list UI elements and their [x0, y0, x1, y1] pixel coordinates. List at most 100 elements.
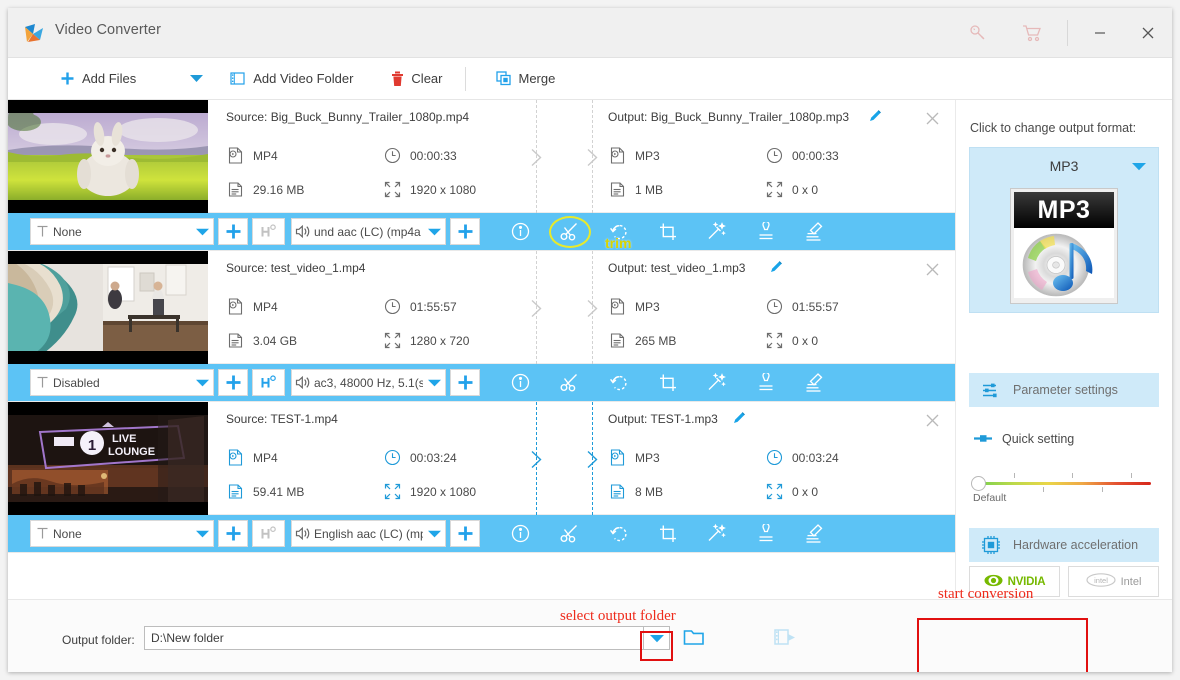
chevron-down-icon[interactable] [191, 379, 213, 387]
merge-icon [495, 71, 512, 86]
add-subtitle-button[interactable] [218, 369, 248, 396]
subtitle-edit-icon[interactable] [790, 515, 839, 553]
watermark-stamp-icon[interactable] [741, 515, 790, 553]
content-area: Source: Big_Buck_Bunny_Trailer_1080p.mp4… [8, 100, 1172, 599]
rename-output-pencil-icon[interactable] [732, 410, 747, 428]
audio-track-selector[interactable]: English aac (LC) (mp [291, 520, 446, 547]
add-audio-track-button[interactable] [450, 369, 480, 396]
quality-slider-knob[interactable] [971, 476, 986, 491]
chevron-down-icon[interactable] [423, 530, 445, 538]
open-media-icon[interactable] [774, 628, 796, 650]
clock-icon [384, 449, 401, 466]
watermark-stamp-icon[interactable] [741, 213, 790, 251]
intel-logo-icon: intel [1085, 573, 1116, 590]
trim-scissors-icon[interactable] [545, 213, 594, 251]
hardcode-subtitle-button[interactable] [252, 369, 285, 396]
subtitle-icon [31, 225, 53, 238]
audio-track-selector[interactable]: ac3, 48000 Hz, 5.1(s [291, 369, 446, 396]
slider-tick [1072, 473, 1073, 478]
subtitle-edit-icon[interactable] [790, 364, 839, 402]
info-icon[interactable] [496, 515, 545, 553]
source-resolution: 1280 x 720 [384, 332, 469, 349]
chevron-down-icon[interactable] [191, 530, 213, 538]
output-folder-input[interactable]: D:\New folder [144, 626, 644, 650]
add-audio-track-button[interactable] [450, 520, 480, 547]
resolution-icon [766, 332, 783, 349]
file-row[interactable]: 1 LIVE LOUNGE Source: TEST-1.mp4 MP4 00:… [8, 402, 955, 515]
subtitle-icon [31, 527, 53, 540]
chevron-down-icon[interactable] [423, 228, 445, 236]
video-thumbnail[interactable] [8, 100, 208, 213]
source-duration: 00:00:33 [384, 147, 457, 164]
hardware-acceleration-button[interactable]: Hardware acceleration [969, 528, 1159, 562]
subtitle-selector[interactable]: None [30, 520, 214, 547]
add-files-dropdown-caret-icon[interactable] [182, 58, 210, 100]
output-format-selector[interactable]: MP3 MP3 [969, 147, 1159, 313]
open-folder-icon[interactable] [683, 627, 707, 651]
file-item[interactable]: Source: Big_Buck_Bunny_Trailer_1080p.mp4… [8, 100, 955, 251]
hardcode-subtitle-button[interactable] [252, 218, 285, 245]
quick-setting-toggle[interactable]: Quick setting [974, 432, 1074, 446]
source-size: 59.41 MB [227, 483, 304, 500]
info-icon[interactable] [496, 213, 545, 251]
subtitle-selector[interactable]: Disabled [30, 369, 214, 396]
rotate-icon[interactable] [594, 364, 643, 402]
chevron-down-icon[interactable] [423, 379, 445, 387]
clear-button[interactable]: Clear [383, 58, 450, 100]
close-button[interactable] [1124, 8, 1172, 58]
file-size-icon [609, 332, 626, 349]
subtitle-edit-icon[interactable] [790, 213, 839, 251]
effect-wand-icon[interactable] [692, 364, 741, 402]
clock-icon [384, 147, 401, 164]
remove-file-button[interactable] [924, 412, 942, 430]
merge-button[interactable]: Merge [488, 58, 564, 100]
row-action-bar: Disabled ac3, 48000 Hz, 5.1(s [8, 364, 955, 402]
file-row[interactable]: Source: test_video_1.mp4 MP4 01:55:57 3.… [8, 251, 955, 364]
file-list[interactable]: Source: Big_Buck_Bunny_Trailer_1080p.mp4… [8, 100, 955, 599]
add-subtitle-button[interactable] [218, 218, 248, 245]
remove-file-button[interactable] [924, 261, 942, 279]
add-subtitle-button[interactable] [218, 520, 248, 547]
source-format: MP4 [227, 298, 278, 315]
add-audio-track-button[interactable] [450, 218, 480, 245]
minimize-button[interactable] [1076, 8, 1124, 58]
intel-option[interactable]: intel Intel [1068, 566, 1159, 597]
quality-slider[interactable]: Default [971, 468, 1156, 506]
file-size-icon [609, 181, 626, 198]
file-format-icon [227, 147, 244, 164]
hardcode-subtitle-button[interactable] [252, 520, 285, 547]
file-item[interactable]: 1 LIVE LOUNGE Source: TEST-1.mp4 MP4 00:… [8, 402, 955, 553]
trim-scissors-icon[interactable] [545, 515, 594, 553]
file-size-icon [227, 181, 244, 198]
add-video-folder-button[interactable]: Add Video Folder [222, 58, 361, 100]
crop-icon[interactable] [643, 515, 692, 553]
subtitle-selector[interactable]: None [30, 218, 214, 245]
title-bar: Video Converter [8, 8, 1172, 58]
chevron-down-icon[interactable] [191, 228, 213, 236]
rename-output-pencil-icon[interactable] [868, 108, 883, 126]
info-icon[interactable] [496, 364, 545, 402]
output-title: Output: test_video_1.mp3 [608, 261, 746, 275]
crop-icon[interactable] [643, 364, 692, 402]
add-files-button[interactable]: Add Files [52, 58, 144, 100]
effect-wand-icon[interactable] [692, 213, 741, 251]
video-thumbnail[interactable] [8, 251, 208, 364]
output-folder-label: Output folder: [62, 633, 135, 647]
file-item[interactable]: Source: test_video_1.mp4 MP4 01:55:57 3.… [8, 251, 955, 402]
video-thumbnail[interactable]: 1 LIVE LOUNGE [8, 402, 208, 515]
key-icon[interactable] [951, 8, 1005, 58]
output-format: MP3 [609, 298, 660, 315]
format-chevron-down-icon[interactable] [1132, 162, 1146, 171]
rotate-icon[interactable] [594, 515, 643, 553]
watermark-stamp-icon[interactable] [741, 364, 790, 402]
output-folder-dropdown-caret-icon[interactable] [643, 626, 670, 650]
effect-wand-icon[interactable] [692, 515, 741, 553]
file-row[interactable]: Source: Big_Buck_Bunny_Trailer_1080p.mp4… [8, 100, 955, 213]
crop-icon[interactable] [643, 213, 692, 251]
rename-output-pencil-icon[interactable] [769, 259, 784, 277]
cart-icon[interactable] [1005, 8, 1059, 58]
parameter-settings-button[interactable]: Parameter settings [969, 373, 1159, 407]
trim-scissors-icon[interactable] [545, 364, 594, 402]
remove-file-button[interactable] [924, 110, 942, 128]
audio-track-selector[interactable]: und aac (LC) (mp4a [291, 218, 446, 245]
